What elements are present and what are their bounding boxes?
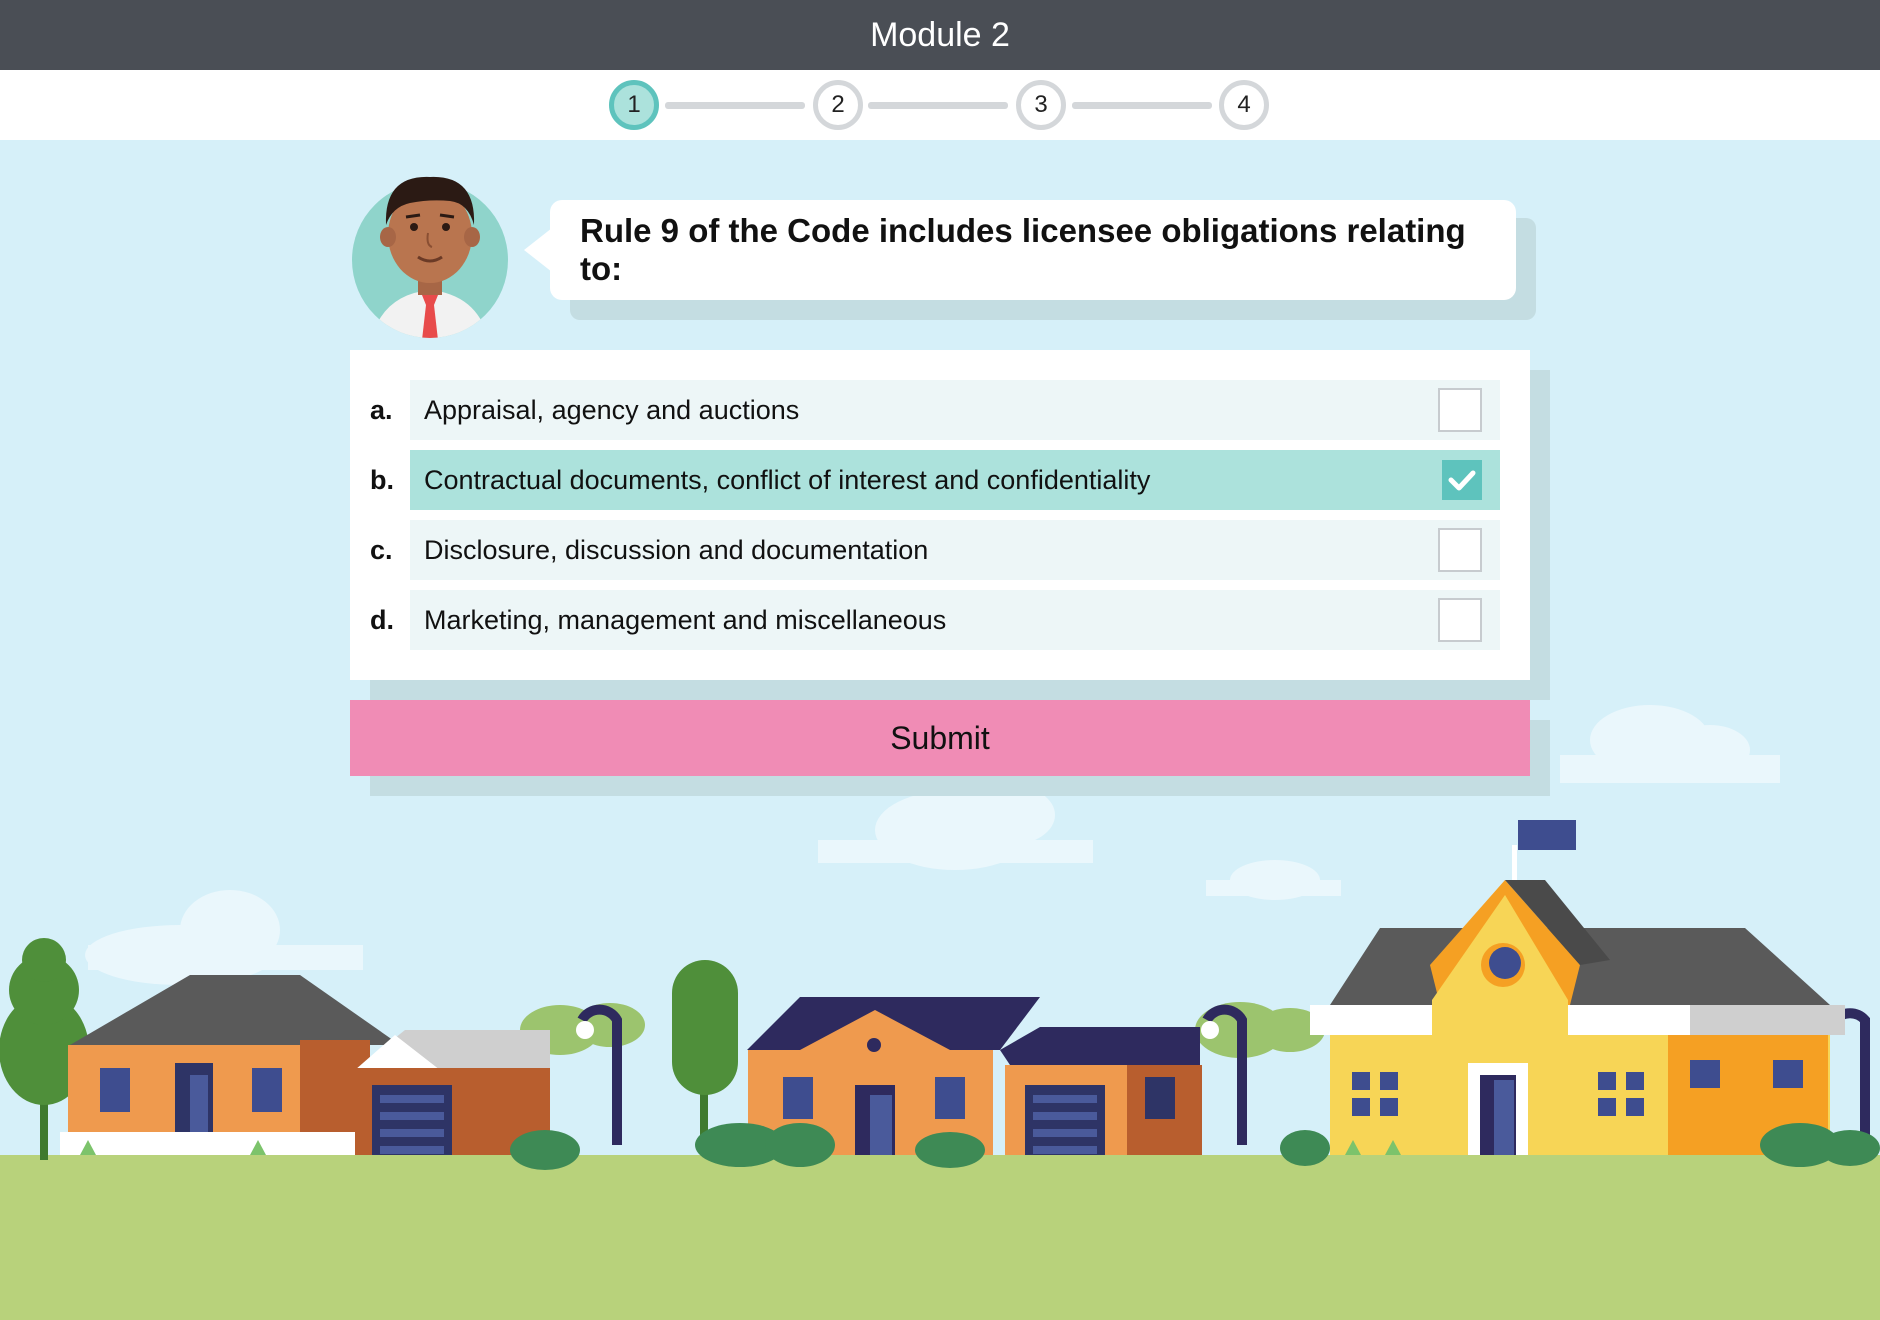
option-letter: d. bbox=[370, 604, 394, 635]
step-label: 2 bbox=[831, 91, 845, 118]
step-2[interactable]: 2 bbox=[813, 80, 863, 130]
step-connector bbox=[1072, 102, 1212, 109]
front-bushes bbox=[510, 1123, 1880, 1170]
option-letter: c. bbox=[370, 534, 393, 565]
house-right bbox=[1310, 820, 1845, 1155]
question-bubble: Rule 9 of the Code includes licensee obl… bbox=[524, 200, 1516, 300]
submit-button[interactable]: Submit bbox=[350, 700, 1530, 776]
option-checkbox[interactable] bbox=[1438, 528, 1482, 572]
option-letter: a. bbox=[370, 394, 393, 425]
lamp-posts bbox=[577, 1004, 1870, 1145]
option-text: Marketing, management and miscellaneous bbox=[424, 604, 947, 635]
option-text: Appraisal, agency and auctions bbox=[424, 394, 800, 425]
grass bbox=[0, 1155, 1880, 1320]
option-row[interactable]: Marketing, management and miscellaneous bbox=[410, 590, 1500, 650]
step-1[interactable]: 1 bbox=[609, 80, 659, 130]
option-d[interactable]: d. Marketing, management and miscellaneo… bbox=[370, 590, 1500, 650]
option-c[interactable]: c. Disclosure, discussion and documentat… bbox=[370, 520, 1500, 580]
step-label: 3 bbox=[1034, 91, 1048, 118]
module-header: Module 2 bbox=[0, 0, 1880, 70]
option-a[interactable]: a. Appraisal, agency and auctions bbox=[370, 380, 1500, 440]
option-text: Disclosure, discussion and documentation bbox=[424, 534, 929, 565]
module-title: Module 2 bbox=[870, 15, 1010, 54]
option-checkbox[interactable] bbox=[1438, 598, 1482, 642]
option-b[interactable]: b. Contractual documents, conflict of in… bbox=[370, 450, 1500, 510]
option-row[interactable]: Contractual documents, conflict of inter… bbox=[410, 450, 1500, 510]
question-text: Rule 9 of the Code includes licensee obl… bbox=[580, 212, 1466, 287]
tree-left bbox=[0, 938, 89, 1160]
option-row[interactable]: Disclosure, discussion and documentation bbox=[410, 520, 1500, 580]
option-letter: b. bbox=[370, 464, 394, 495]
step-connector bbox=[665, 102, 805, 109]
background-bushes bbox=[520, 1002, 1805, 1058]
option-text: Contractual documents, conflict of inter… bbox=[424, 464, 1151, 495]
checkmark-icon bbox=[1448, 470, 1476, 491]
step-label: 4 bbox=[1237, 91, 1251, 118]
progress-stepper: 1 2 3 4 bbox=[0, 70, 1880, 140]
tree-middle bbox=[672, 960, 738, 1155]
options-card: a. Appraisal, agency and auctions b. Con… bbox=[350, 350, 1530, 680]
step-label: 1 bbox=[627, 91, 641, 118]
step-connector bbox=[868, 102, 1008, 109]
option-checkbox[interactable] bbox=[1442, 460, 1482, 500]
presenter-avatar bbox=[352, 176, 508, 338]
step-4[interactable]: 4 bbox=[1219, 80, 1269, 130]
house-left bbox=[60, 975, 550, 1155]
step-3[interactable]: 3 bbox=[1016, 80, 1066, 130]
house-middle bbox=[747, 997, 1202, 1155]
option-checkbox[interactable] bbox=[1438, 388, 1482, 432]
option-row[interactable]: Appraisal, agency and auctions bbox=[410, 380, 1500, 440]
